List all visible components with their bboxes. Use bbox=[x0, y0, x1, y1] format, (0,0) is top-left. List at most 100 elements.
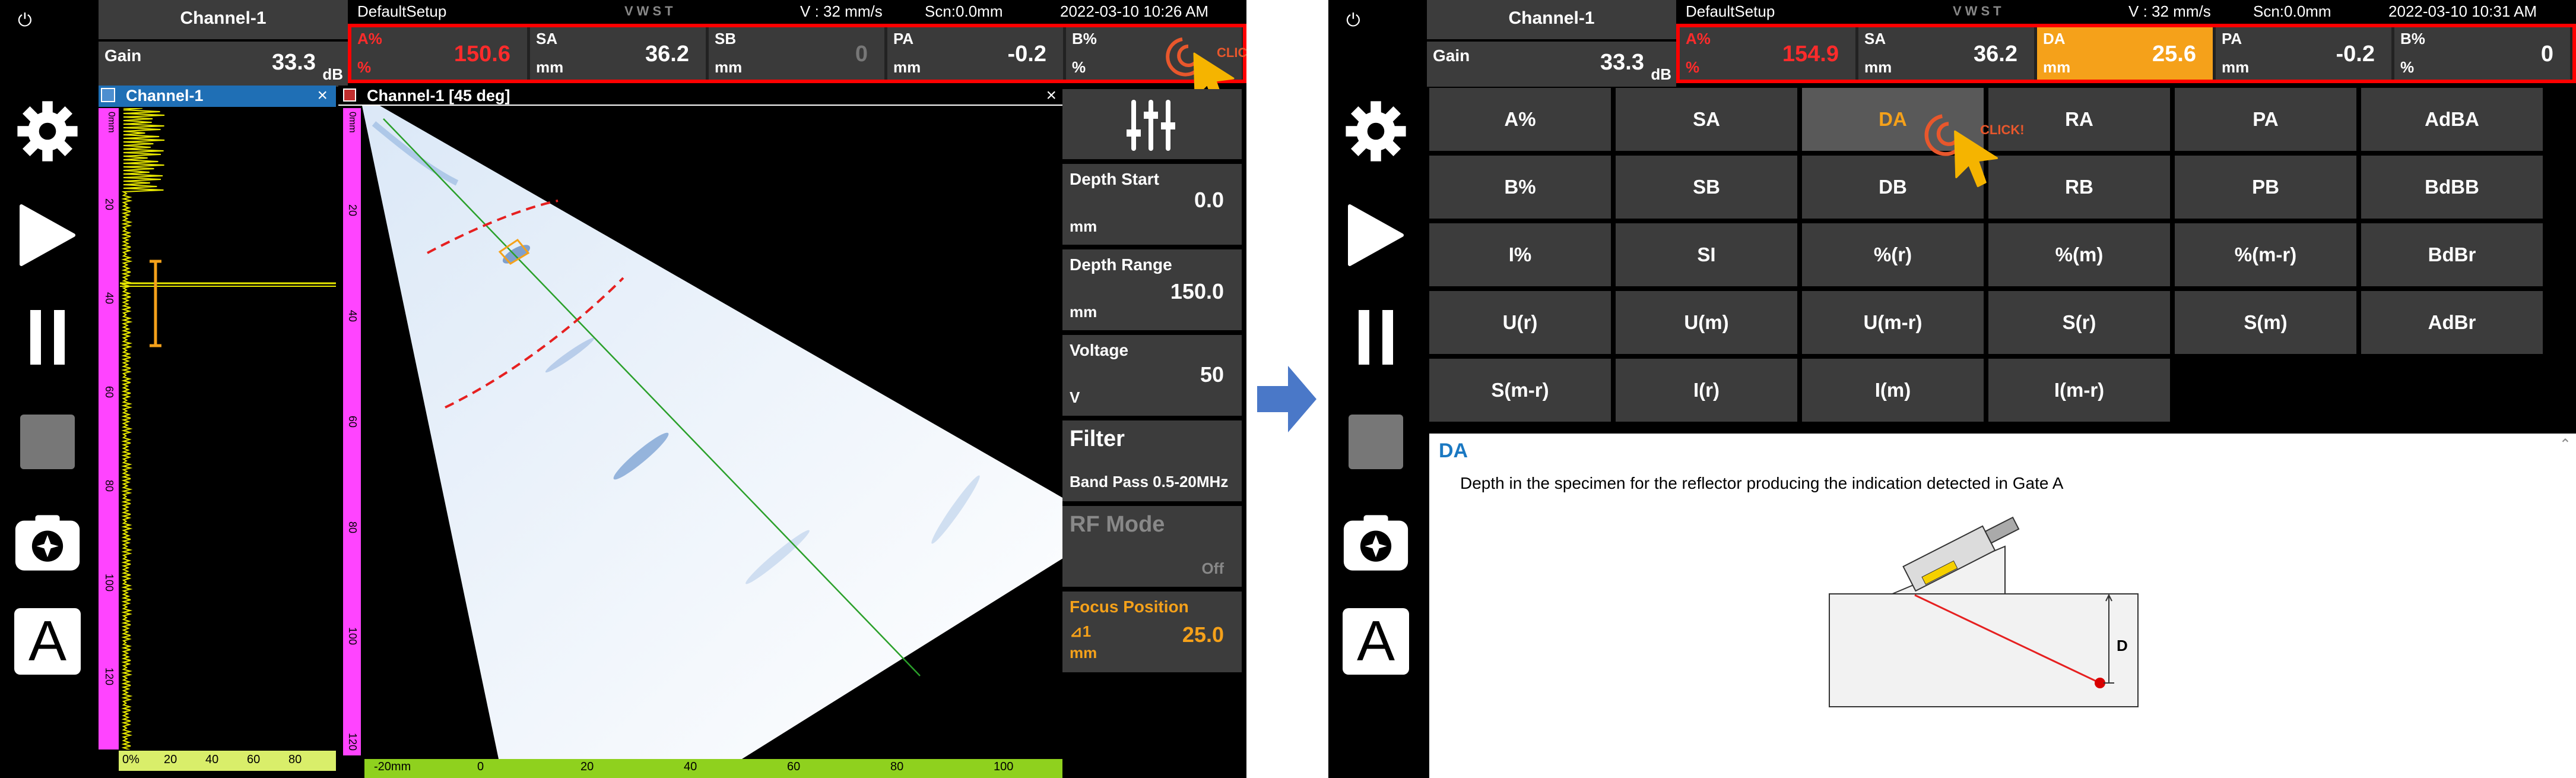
stop-button[interactable] bbox=[1343, 409, 1409, 475]
ascan-panel[interactable]: Channel-1 × 0mm 20 40 60 80 100 120 140 0% 20 40… bbox=[99, 86, 336, 778]
reading-sa[interactable]: SA mm 36.2 bbox=[530, 27, 706, 80]
focus-unit: mm bbox=[1070, 644, 1097, 662]
scan-readout: Scn:0.0mm bbox=[2253, 2, 2331, 20]
ruler-tick-label: 60 bbox=[787, 760, 801, 773]
measure-option[interactable]: I% bbox=[1429, 223, 1611, 286]
reading-label: A% bbox=[357, 30, 382, 48]
measure-option[interactable]: U(m) bbox=[1616, 291, 1797, 354]
filter-control[interactable]: Filter Band Pass 0.5-20MHz bbox=[1062, 420, 1242, 501]
measure-option[interactable]: BdBr bbox=[2361, 223, 2543, 286]
auto-button[interactable]: A bbox=[14, 608, 81, 675]
reading-unit: mm bbox=[1864, 58, 1892, 76]
reading-unit: mm bbox=[2043, 58, 2071, 76]
auto-button[interactable]: A bbox=[1343, 608, 1409, 675]
settings-button[interactable] bbox=[14, 98, 81, 165]
pause-icon bbox=[1359, 310, 1393, 365]
measure-option[interactable]: U(r) bbox=[1429, 291, 1611, 354]
ascan-waveform bbox=[120, 108, 336, 749]
reading-unit: % bbox=[2400, 58, 2415, 76]
reading-sb[interactable]: SB mm 0 bbox=[709, 27, 884, 80]
ascan-close-button[interactable]: × bbox=[317, 86, 328, 106]
pause-icon bbox=[30, 310, 65, 365]
measure-option[interactable]: I(m) bbox=[1802, 359, 1984, 422]
reading-pa[interactable]: PA mm -0.2 bbox=[2216, 27, 2391, 80]
focus-position-control[interactable]: Focus Position ⊿1 25.0 mm bbox=[1062, 592, 1242, 672]
measure-option[interactable]: S(m) bbox=[2175, 291, 2356, 354]
ruler-tick-label: 80 bbox=[103, 480, 115, 492]
focus-sub: ⊿1 bbox=[1070, 622, 1092, 640]
reading-a-pct[interactable]: A%% 150.6 bbox=[351, 27, 527, 80]
measure-option[interactable]: S(r) bbox=[1988, 291, 2170, 354]
sscan-panel[interactable]: Channel-1 [45 deg] × 0mm 20 40 60 80 100 120 … bbox=[338, 86, 1065, 778]
depth-range-unit: mm bbox=[1070, 303, 1097, 321]
rf-mode-control[interactable]: RF Mode Off bbox=[1062, 506, 1242, 587]
gain-value: 33.3 bbox=[272, 50, 316, 75]
gain-control[interactable]: Gain 33.3 dB bbox=[99, 42, 348, 87]
measure-option[interactable]: SI bbox=[1616, 223, 1797, 286]
measure-option[interactable]: SA bbox=[1616, 88, 1797, 151]
measure-option[interactable]: AdBA bbox=[2361, 88, 2543, 151]
measure-option[interactable]: I(m-r) bbox=[1988, 359, 2170, 422]
settings-button[interactable] bbox=[1343, 98, 1409, 165]
measure-option[interactable]: U(m-r) bbox=[1802, 291, 1984, 354]
stop-button[interactable] bbox=[14, 409, 81, 475]
stop-icon bbox=[20, 415, 75, 469]
depth-start-control[interactable]: Depth Start 0.0 mm bbox=[1062, 164, 1242, 245]
measure-option[interactable]: S(m-r) bbox=[1429, 359, 1611, 422]
ruler-tick-label: 20 bbox=[103, 198, 115, 211]
gain-label: Gain bbox=[1433, 46, 1470, 65]
gear-icon bbox=[17, 101, 78, 162]
sscan-close-button[interactable]: × bbox=[1046, 86, 1057, 106]
ruler-tick-label: -20mm bbox=[374, 760, 411, 773]
ruler-tick-label: 0 bbox=[477, 760, 484, 773]
reading-pa[interactable]: PA mm -0.2 bbox=[887, 27, 1063, 80]
channel-selector[interactable]: Channel-1 bbox=[1427, 0, 1676, 39]
display-settings-button[interactable] bbox=[1062, 89, 1242, 159]
click-cursor-icon bbox=[1924, 114, 1998, 188]
help-panel: DA Depth in the specimen for the reflect… bbox=[1429, 434, 2576, 778]
capture-button[interactable] bbox=[14, 510, 81, 576]
depth-range-control[interactable]: Depth Range 150.0 mm bbox=[1062, 249, 1242, 330]
scroll-up-icon[interactable]: ⌃ bbox=[2559, 436, 2571, 453]
measure-option[interactable]: SB bbox=[1616, 156, 1797, 219]
reading-value: 0 bbox=[855, 42, 868, 67]
reading-label: SA bbox=[536, 30, 558, 48]
vwst-indicator: VWST bbox=[624, 4, 677, 18]
measure-option[interactable]: PB bbox=[2175, 156, 2356, 219]
reading-a-pct[interactable]: A%% 154.9 bbox=[1680, 27, 1855, 80]
capture-button[interactable] bbox=[1343, 510, 1409, 576]
play-icon bbox=[1348, 204, 1404, 266]
measure-option[interactable]: B% bbox=[1429, 156, 1611, 219]
measure-option[interactable]: BdBB bbox=[2361, 156, 2543, 219]
camera-icon bbox=[1343, 515, 1408, 571]
gain-label: Gain bbox=[104, 46, 142, 65]
pause-button[interactable] bbox=[1343, 304, 1409, 371]
reading-label: PA bbox=[2222, 30, 2242, 48]
focus-value: 25.0 bbox=[1182, 622, 1224, 647]
play-button[interactable] bbox=[14, 202, 81, 268]
gain-control[interactable]: Gain 33.3 dB bbox=[1427, 42, 1676, 87]
measure-option[interactable]: RA bbox=[1988, 88, 2170, 151]
measure-option[interactable]: RB bbox=[1988, 156, 2170, 219]
setup-name: DefaultSetup bbox=[1686, 2, 1775, 20]
play-button[interactable] bbox=[1343, 202, 1409, 268]
status-bar: DefaultSetup VWST V : 32 mm/s Scn:0.0mm … bbox=[354, 0, 1246, 21]
camera-icon bbox=[15, 515, 80, 571]
measure-option[interactable]: PA bbox=[2175, 88, 2356, 151]
measure-option[interactable]: I(r) bbox=[1616, 359, 1797, 422]
pause-button[interactable] bbox=[14, 304, 81, 371]
reading-sa[interactable]: SA mm 36.2 bbox=[1858, 27, 2034, 80]
reading-da[interactable]: DA mm 25.6 bbox=[2037, 27, 2213, 80]
channel-selector[interactable]: Channel-1 bbox=[99, 0, 348, 39]
reading-value: -0.2 bbox=[2336, 42, 2375, 67]
sliders-icon bbox=[1127, 100, 1175, 151]
voltage-control[interactable]: Voltage 50 V bbox=[1062, 335, 1242, 416]
measure-option[interactable]: AdBr bbox=[2361, 291, 2543, 354]
ruler-tick-label: 100 bbox=[347, 627, 359, 646]
reading-b-pct[interactable]: B%% 0 bbox=[2394, 27, 2570, 80]
measure-option[interactable]: %(m-r) bbox=[2175, 223, 2356, 286]
auto-letter: A bbox=[28, 609, 67, 673]
measure-option[interactable]: %(r) bbox=[1802, 223, 1984, 286]
measure-option[interactable]: A% bbox=[1429, 88, 1611, 151]
measure-option[interactable]: %(m) bbox=[1988, 223, 2170, 286]
